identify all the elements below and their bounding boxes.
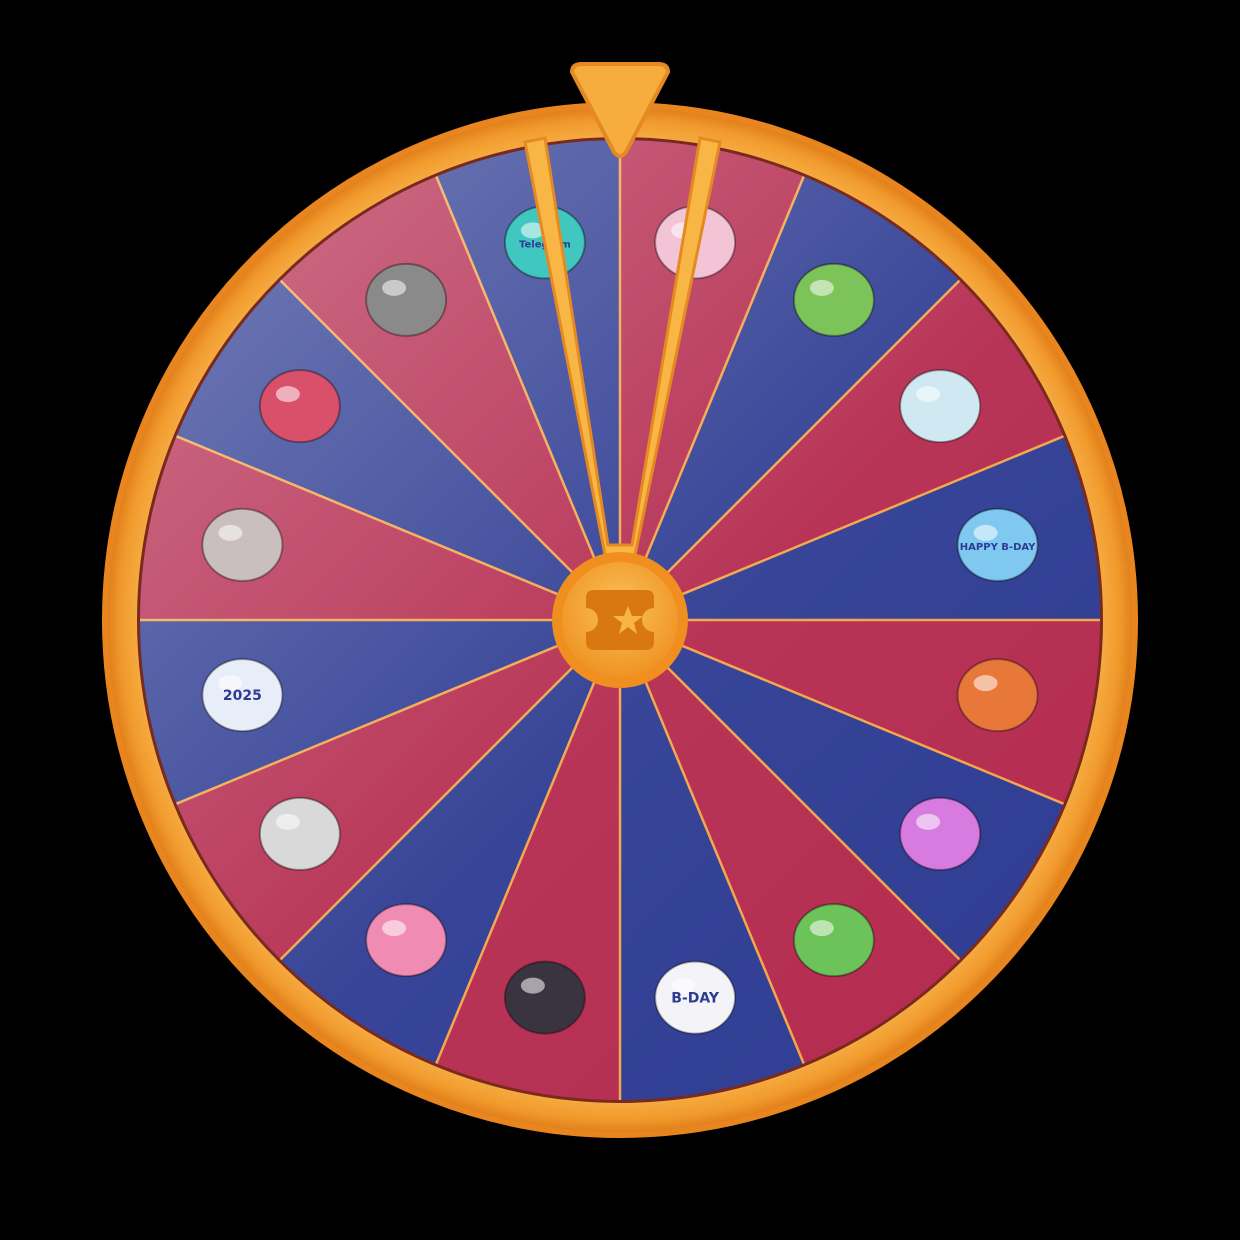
- snowman-2025-icon: 2025: [201, 658, 284, 733]
- grey-cap-icon: [365, 262, 448, 337]
- pink-teddy-bear-icon: [365, 903, 448, 978]
- prize-label: 2025: [223, 688, 262, 704]
- happy-bday-sign-icon: HAPPY B-DAY: [956, 507, 1039, 582]
- cat-helmet-icon: [258, 369, 341, 444]
- love-potion-icon: [899, 796, 982, 871]
- pearl-icon: [201, 507, 284, 582]
- crystal-cluster-icon: [899, 369, 982, 444]
- wheel-hub[interactable]: [552, 552, 688, 688]
- signet-ring-icon: [258, 796, 341, 871]
- orange-handbag-icon: [956, 658, 1039, 733]
- prize-label: B-DAY: [671, 991, 720, 1007]
- fortune-wheel-game: HAPPY B-DAYB-DAY2025Telegram: [0, 0, 1240, 1240]
- kissed-frog-icon: [792, 903, 875, 978]
- bday-calendar-icon: B-DAY: [654, 960, 737, 1035]
- prize-label: HAPPY B-DAY: [960, 542, 1036, 553]
- top-hat-icon: [503, 960, 586, 1035]
- fortune-wheel[interactable]: HAPPY B-DAYB-DAY2025Telegram: [0, 0, 1240, 1240]
- pepe-frog-heart-icon: [792, 262, 875, 337]
